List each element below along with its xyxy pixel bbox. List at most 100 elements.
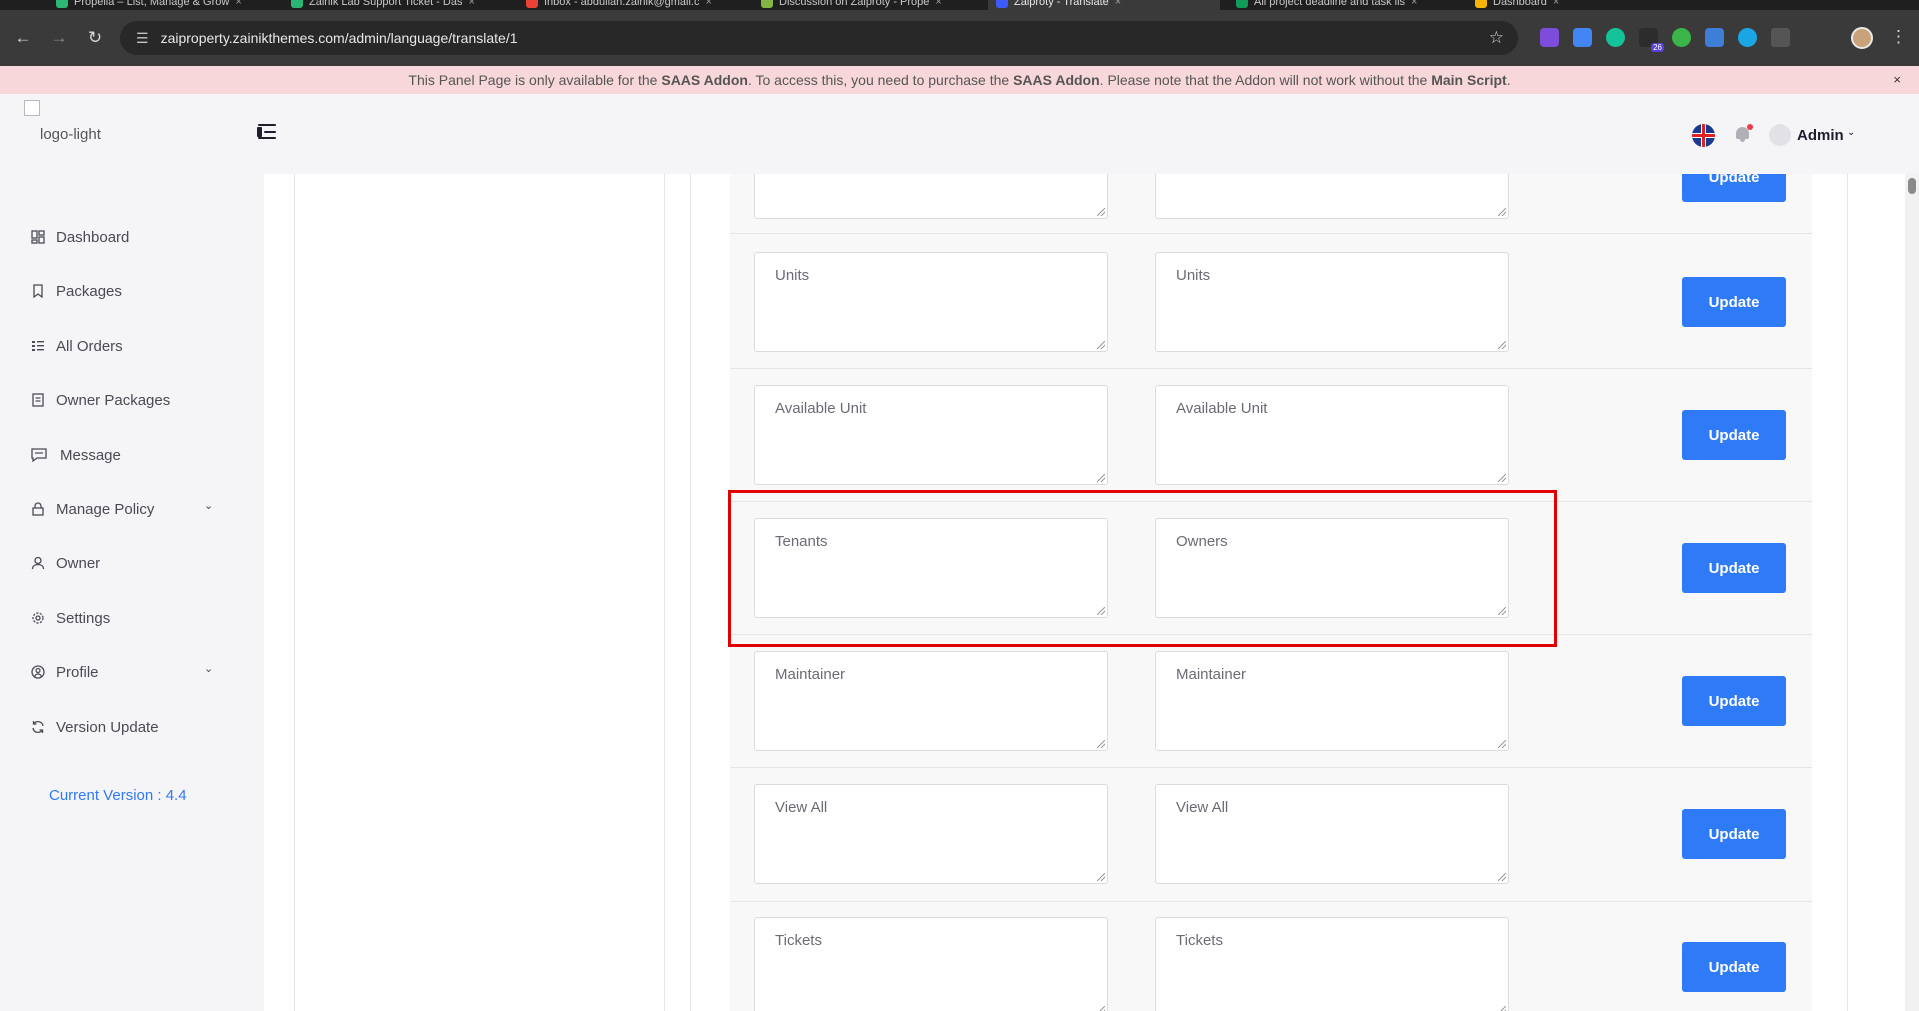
notice-text: This Panel Page is only available for th… (408, 72, 1510, 88)
resize-handle[interactable] (1097, 873, 1105, 881)
resize-handle[interactable] (1097, 208, 1105, 216)
resize-handle[interactable] (1498, 474, 1506, 482)
update-button[interactable]: Update (1682, 277, 1786, 327)
back-icon[interactable]: ← (10, 25, 36, 51)
translation-key-field[interactable]: Units (754, 252, 1108, 352)
resize-handle[interactable] (1097, 1006, 1105, 1011)
forward-icon[interactable]: → (46, 25, 72, 51)
resize-handle[interactable] (1097, 474, 1105, 482)
resize-handle[interactable] (1097, 740, 1105, 748)
tab-title: Dashboard (1493, 0, 1547, 8)
notice-addon: SAAS Addon (1013, 72, 1100, 88)
sidebar-item-manage-policy[interactable]: Manage Policy ⌄ (30, 497, 213, 521)
translation-value-field[interactable]: Maintainer (1155, 651, 1509, 751)
update-button[interactable]: Update (1682, 174, 1786, 202)
tab-close-icon[interactable]: × (705, 0, 711, 8)
resize-handle[interactable] (1498, 740, 1506, 748)
tab-close-icon[interactable]: × (468, 0, 474, 8)
translation-key-field[interactable]: Tickets (754, 917, 1108, 1011)
resize-handle[interactable] (1498, 873, 1506, 881)
browser-tab[interactable]: Zainik Lab Support Ticket - Das × (283, 0, 498, 10)
page-scrollbar[interactable] (1905, 174, 1919, 1011)
sidebar-item-label: Owner (56, 554, 101, 572)
more-menu-icon[interactable]: ⋮ (1890, 27, 1907, 47)
dashboard-icon (30, 229, 46, 245)
scrollbar-thumb[interactable] (1908, 178, 1916, 194)
resize-handle[interactable] (1097, 341, 1105, 349)
resize-handle[interactable] (1498, 341, 1506, 349)
sidebar-item-profile[interactable]: Profile ⌄ (30, 660, 213, 684)
update-button[interactable]: Update (1682, 410, 1786, 460)
sidebar-item-label: Message (60, 446, 121, 464)
chevron-down-icon[interactable]: ⌄ (1847, 127, 1855, 138)
sidebar-item-dashboard[interactable]: Dashboard (30, 225, 129, 249)
sidebar-item-label: Version Update (56, 718, 159, 736)
tab-close-icon[interactable]: × (1553, 0, 1559, 8)
tab-close-icon[interactable]: × (235, 0, 241, 8)
site-info-icon[interactable]: ☰ (136, 30, 149, 47)
resize-handle[interactable] (1498, 208, 1506, 216)
sidebar-item-owner[interactable]: Owner (30, 551, 100, 575)
update-button[interactable]: Update (1682, 676, 1786, 726)
divider (664, 174, 665, 1011)
sidebar-item-label: All Orders (56, 337, 123, 355)
translation-value-field[interactable]: Tickets (1155, 917, 1509, 1011)
chevron-down-icon[interactable]: ⌄ (204, 662, 213, 675)
uk-flag-icon[interactable] (1692, 124, 1715, 147)
bookmark-star-icon[interactable]: ☆ (1489, 28, 1504, 48)
browser-tab[interactable]: Inbox - abdullah.zainik@gmail.c × (518, 0, 733, 10)
browser-tab-active[interactable]: Zaiproty - Translate × (988, 0, 1220, 10)
field-text: Maintainer (775, 666, 846, 683)
translation-value-field[interactable] (1155, 174, 1509, 219)
tab-title: Propella – List, Manage & Grow (74, 0, 230, 8)
translation-value-field[interactable]: View All (1155, 784, 1509, 884)
sidebar-item-message[interactable]: Message (30, 443, 121, 467)
translation-key-field[interactable] (754, 174, 1108, 219)
address-bar[interactable]: ☰ zaiproperty.zainikthemes.com/admin/lan… (120, 21, 1518, 55)
translation-key-field[interactable]: Maintainer (754, 651, 1108, 751)
address-url[interactable]: zaiproperty.zainikthemes.com/admin/langu… (161, 30, 518, 46)
tab-close-icon[interactable]: × (1115, 0, 1121, 8)
translation-value-field[interactable]: Available Unit (1155, 385, 1509, 485)
translation-value-field[interactable]: Units (1155, 252, 1509, 352)
tab-close-icon[interactable]: × (1411, 0, 1417, 8)
evernote-extension-icon[interactable] (1672, 28, 1691, 47)
sidebar-item-version-update[interactable]: Version Update (30, 715, 159, 739)
fi-extension-icon[interactable] (1705, 28, 1724, 47)
user-menu[interactable]: Admin (1797, 127, 1844, 144)
browser-tab[interactable]: Dashboard × (1467, 0, 1667, 10)
chevron-down-icon[interactable]: ⌄ (204, 499, 213, 512)
shield-extension-icon[interactable] (1738, 28, 1757, 47)
notice-mid: . To access this, you need to purchase t… (747, 72, 1014, 88)
update-button[interactable]: Update (1682, 809, 1786, 859)
sidebar-item-owner-packages[interactable]: Owner Packages (30, 388, 170, 412)
update-button[interactable]: Update (1682, 543, 1786, 593)
profile-avatar[interactable] (1851, 27, 1873, 49)
avatar[interactable] (1769, 124, 1791, 146)
sidebar-item-all-orders[interactable]: All Orders (30, 334, 123, 358)
puzzle-extension-icon[interactable] (1771, 28, 1790, 47)
translate-extension-icon[interactable] (1573, 28, 1592, 47)
tab-close-icon[interactable]: × (935, 0, 941, 8)
sidebar-item-packages[interactable]: Packages (30, 279, 122, 303)
translation-key-field[interactable]: Available Unit (754, 385, 1108, 485)
row-divider (730, 767, 1812, 768)
translation-key-field[interactable]: View All (754, 784, 1108, 884)
sidebar-toggle-icon[interactable] (256, 122, 280, 142)
browser-tab[interactable]: Propella – List, Manage & Grow × (48, 0, 263, 10)
logo[interactable]: logo-light (40, 126, 101, 143)
reload-icon[interactable]: ↻ (82, 25, 108, 51)
update-button[interactable]: Update (1682, 942, 1786, 992)
browser-toolbar: ← → ↻ ☰ zaiproperty.zainikthemes.com/adm… (0, 10, 1919, 66)
row-divider (730, 233, 1812, 234)
notification-bell-icon[interactable] (1734, 124, 1753, 144)
browser-tab[interactable]: All project deadline and task lis × (1228, 0, 1448, 10)
resize-handle[interactable] (1498, 1006, 1506, 1011)
sidebar-item-settings[interactable]: Settings (30, 606, 110, 630)
close-icon[interactable]: × (1893, 72, 1901, 87)
pen-extension-icon[interactable] (1540, 28, 1559, 47)
grammarly-extension-icon[interactable] (1606, 28, 1625, 47)
sidebar: Dashboard Packages All Orders Owner Pack… (0, 174, 264, 1011)
browser-tab[interactable]: Discussion on Zaiproty - Prope × (753, 0, 968, 10)
counter-extension-icon[interactable]: 26 (1639, 28, 1664, 52)
